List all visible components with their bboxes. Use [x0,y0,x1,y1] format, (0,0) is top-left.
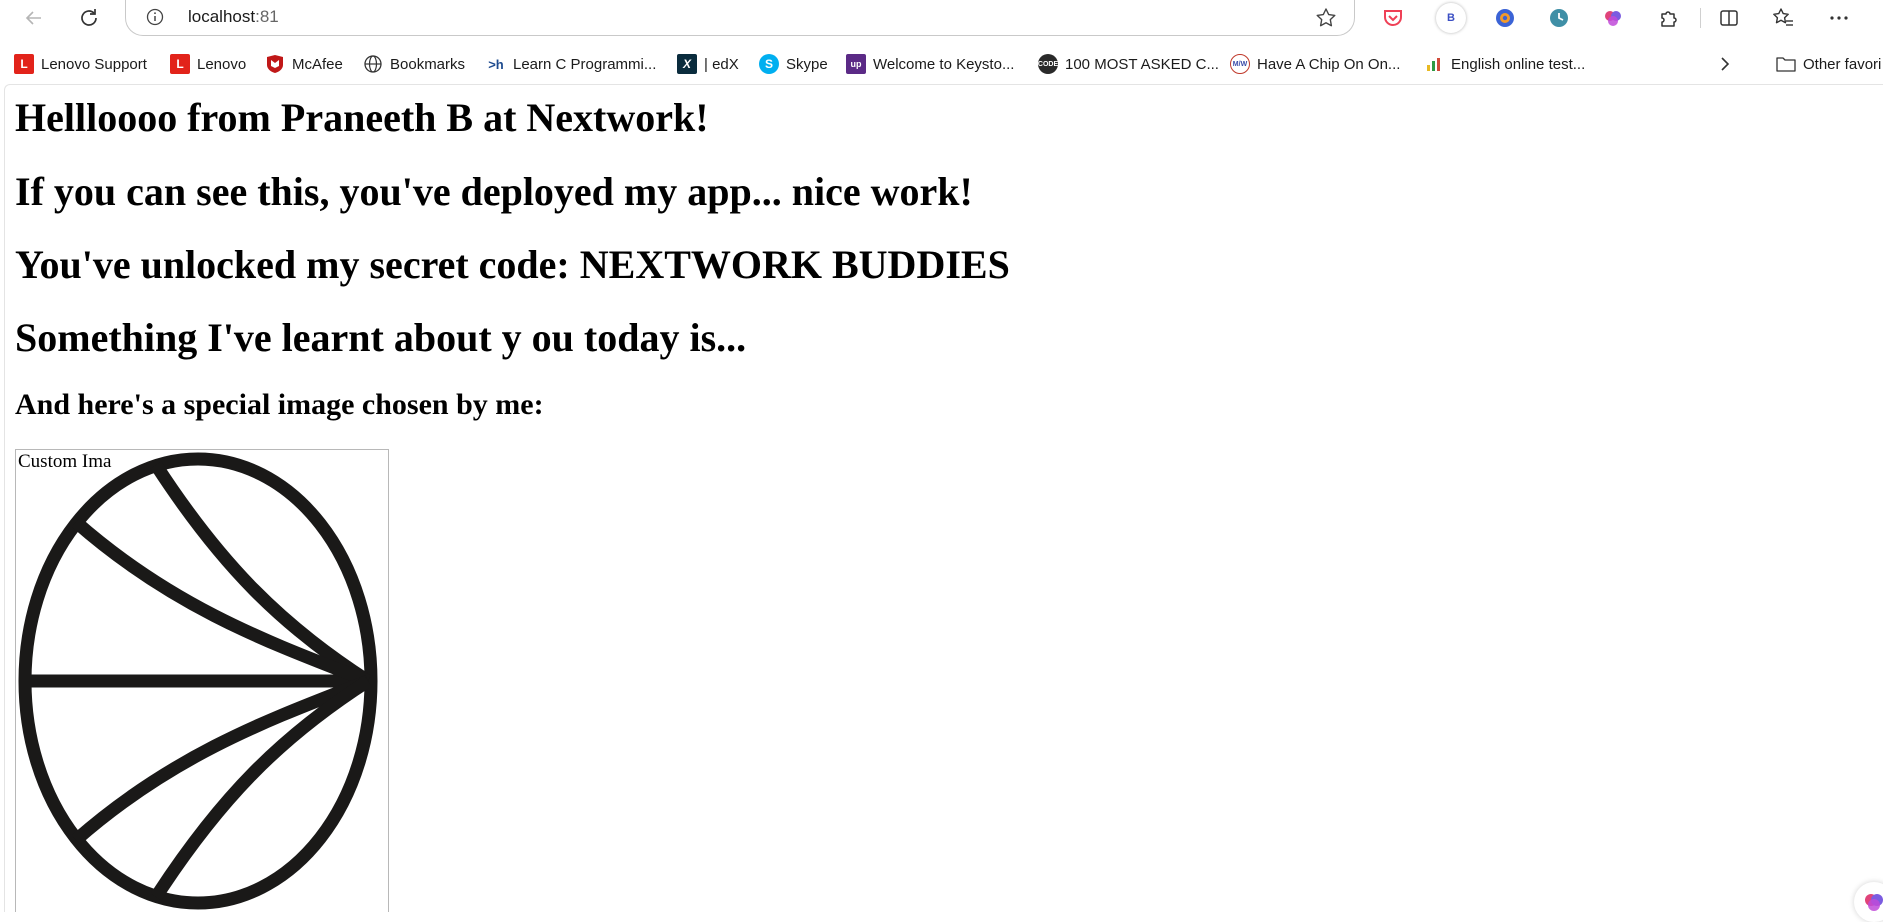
image-intro-heading: And here's a special image chosen by me: [15,388,544,421]
site-info-icon[interactable] [146,8,164,26]
url-port: :81 [255,7,279,26]
learnt-heading: Something I've learnt about y ou today i… [15,315,747,360]
refresh-button[interactable] [75,4,103,32]
split-screen-button[interactable] [1716,5,1742,31]
pocket-icon [1384,10,1402,26]
bookmarks-bar: L Lenovo Support L Lenovo McAfee Bookmar… [0,45,1883,83]
favorites-list-icon [1773,8,1793,26]
bookmark-edx[interactable]: X | edX [677,51,739,77]
split-screen-icon [1720,10,1738,26]
bookmark-label: Welcome to Keysto... [873,55,1015,73]
bookmark-lenovo-support[interactable]: L Lenovo Support [14,51,147,77]
address-bar[interactable]: localhost:81 [125,0,1355,36]
favorite-star-icon[interactable] [1314,6,1338,30]
bookmark-label: Bookmarks [390,55,466,73]
back-button[interactable] [20,4,48,32]
more-dots-icon [1830,16,1848,20]
bookmark-label: Other favori [1803,55,1882,73]
url-host: localhost [188,7,256,26]
bookmark-label: Lenovo Support [41,55,147,73]
toolbar-separator [1700,8,1701,28]
profile-extension-button[interactable]: B [1436,3,1466,33]
bookmark-100-most-asked[interactable]: CODE 100 MOST ASKED C... [1038,51,1219,77]
bookmark-english-test[interactable]: English online test... [1424,51,1585,77]
bookmark-label: Learn C Programmi... [513,55,657,73]
folder-icon [1776,54,1796,74]
bookmark-lenovo[interactable]: L Lenovo [170,51,246,77]
other-favorites-folder[interactable]: Other favori [1776,51,1881,77]
edx-icon: X [677,54,697,74]
clock-extension-icon [1550,9,1568,27]
bookmark-mcafee[interactable]: McAfee [265,51,343,77]
bookmark-label: Lenovo [197,55,247,73]
browser-toolbar: localhost:81 B [0,0,1883,36]
brain-extension-icon [1605,11,1621,26]
mcafee-icon [265,54,285,74]
extension-button-1[interactable] [1492,5,1518,31]
brain-assistant-icon [1865,894,1883,911]
bookmark-bookmarks[interactable]: Bookmarks [363,51,465,77]
deployed-heading: If you can see this, you've deployed my … [15,169,973,214]
mw-icon: M/W [1230,54,1250,74]
profile-badge: B [1447,12,1455,24]
custom-image: Custom Ima [15,449,389,912]
bookmark-label: | edX [704,55,739,73]
keystone-icon: up [846,54,866,74]
chevron-right-icon [1721,57,1730,71]
favorites-button[interactable] [1770,5,1796,31]
bookmark-learn-c[interactable]: >h Learn C Programmi... [486,51,656,77]
bookmark-label: Have A Chip On On... [1257,55,1401,73]
bookmark-label: 100 MOST ASKED C... [1065,55,1219,73]
back-arrow-icon [25,11,41,25]
code-icon: CODE [1038,54,1058,74]
pocket-extension-button[interactable] [1380,5,1406,31]
bookmark-label: McAfee [292,55,343,73]
floating-assistant-button[interactable] [1854,882,1883,922]
lenovo-icon: L [14,54,34,74]
bookmark-label: English online test... [1451,55,1586,73]
globe-icon [363,54,383,74]
more-menu-button[interactable] [1826,5,1852,31]
web-page-viewport: Hellloooo from Praneeth B at Nextwork! I… [4,84,1883,912]
extension-button-3[interactable] [1600,5,1626,31]
arrow-circle-logo-icon [18,452,378,910]
bookmark-skype[interactable]: S Skype [759,51,828,77]
chart-icon [1424,54,1444,74]
url-text[interactable]: localhost:81 [188,7,279,27]
bookmark-keystone[interactable]: up Welcome to Keysto... [846,51,1014,77]
extensions-button[interactable] [1656,5,1682,31]
hackerrank-icon: >h [488,56,504,72]
puzzle-piece-icon [1661,11,1677,27]
greeting-heading: Hellloooo from Praneeth B at Nextwork! [15,95,709,140]
bookmark-label: Skype [786,55,828,73]
orange-ring-extension-icon [1496,9,1514,27]
secret-code-heading: You've unlocked my secret code: NEXTWORK… [15,242,1010,287]
bookmark-have-a-chip[interactable]: M/W Have A Chip On On... [1230,51,1400,77]
refresh-icon [81,9,97,26]
lenovo-icon: L [170,54,190,74]
more-bookmarks-button[interactable] [1718,51,1740,77]
skype-icon: S [759,54,779,74]
extension-button-2[interactable] [1546,5,1572,31]
